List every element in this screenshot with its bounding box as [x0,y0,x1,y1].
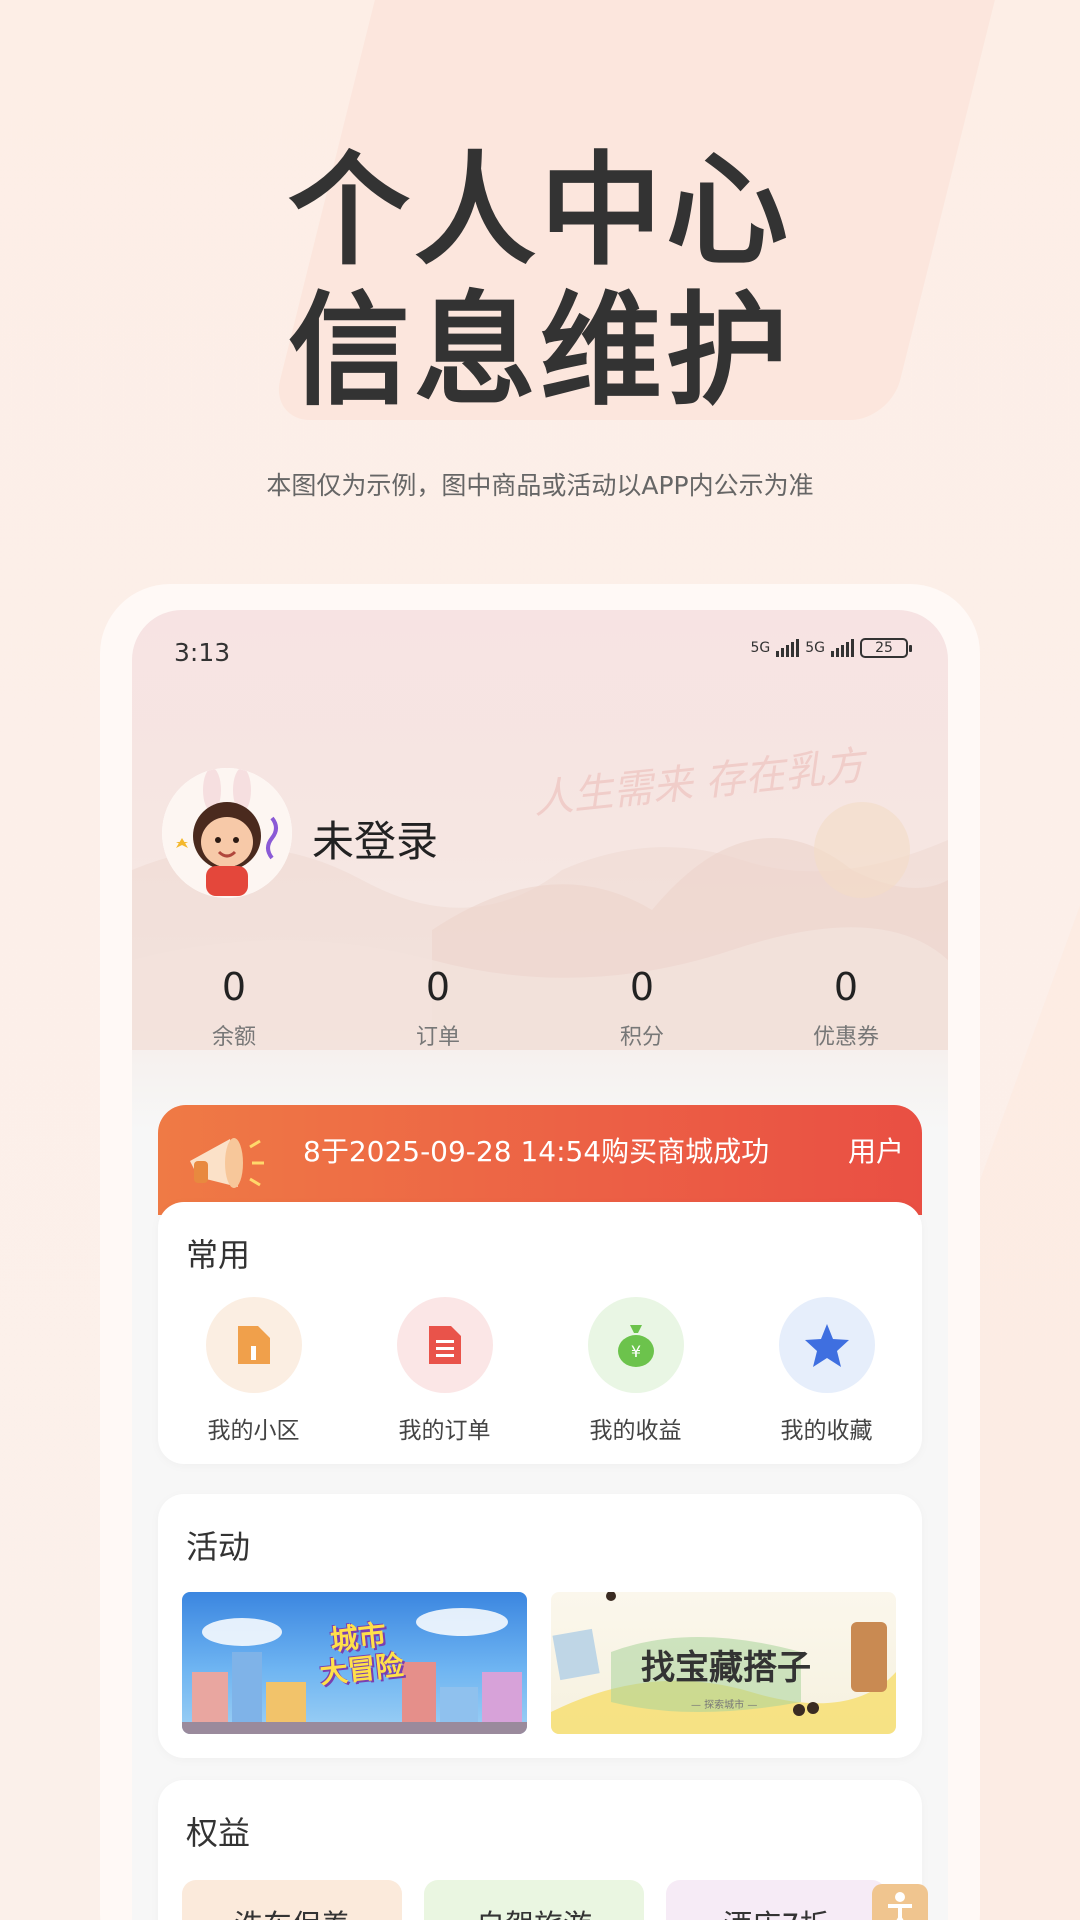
benefit-hotel-discount[interactable]: 酒店7折 [666,1880,886,1920]
shortcut-label: 我的订单 [398,1418,491,1444]
megaphone-icon [190,1138,264,1188]
benefits-card: 权益 洗车保养 自驾旅游 酒店7折 [158,1780,922,1920]
stat-orders[interactable]: 0 订单 [336,965,540,1051]
shortcut-my-favorites[interactable]: 我的收藏 [731,1297,922,1445]
status-icons: 5G 5G 25 [750,638,912,658]
purchase-notice-ticker[interactable]: 8于2025-09-28 14:54购买商城成功 用户 [158,1105,922,1215]
activity-card: 活动 城市 大冒险 找宝藏搭子 — 探索城市 — [158,1494,922,1758]
svg-text:¥: ¥ [630,1342,640,1361]
common-functions-card: 常用 我的小区 我的订单 ¥ 我的收益 我的收藏 [158,1202,922,1464]
user-name-login-prompt[interactable]: 未登录 [312,808,438,869]
section-title: 活动 [186,1528,251,1566]
ticker-text: 8于2025-09-28 14:54购买商城成功 [303,1135,770,1168]
stat-balance[interactable]: 0 余额 [132,965,336,1051]
avatar-girl-bunny-icon [162,768,292,898]
treasure-banner-subtitle: — 探索城市 — [691,1700,758,1711]
signal-5g-label-2: 5G [805,640,825,656]
shortcut-label: 我的收益 [589,1418,682,1444]
signal-icon [776,639,800,657]
stat-value: 0 [425,965,451,1009]
person-icon [888,1892,912,1920]
signal-5g-label: 5G [750,640,771,656]
stat-value: 0 [629,965,655,1009]
shortcut-my-orders[interactable]: 我的订单 [349,1297,540,1445]
stat-label: 订单 [415,1025,460,1050]
stat-label: 积分 [619,1025,664,1050]
benefits-row: 洗车保养 自驾旅游 酒店7折 [182,1880,886,1920]
section-title: 权益 [186,1814,251,1852]
hero-title-line1: 个人中心 [288,140,792,282]
city-banner-title: 城市 大冒险 [315,1618,405,1691]
section-title: 常用 [186,1236,251,1274]
signal-icon-2 [831,639,854,657]
stat-value: 0 [833,965,859,1009]
shortcut-my-earnings[interactable]: ¥ 我的收益 [540,1297,731,1445]
ticker-text-next: 用户 [848,1135,905,1168]
activity-banners: 城市 大冒险 找宝藏搭子 — 探索城市 — [182,1592,896,1734]
document-icon [396,1297,493,1393]
city-adventure-banner[interactable]: 城市 大冒险 [182,1592,527,1734]
benefit-road-trip[interactable]: 自驾旅游 [424,1880,644,1920]
stat-points[interactable]: 0 积分 [540,965,744,1051]
money-bag-icon: ¥ [587,1297,684,1393]
phone-screen: 3:13 5G 5G 25 人生需来 存在乳方 未登录 0 余额 0 订单 0 … [132,610,948,1920]
avatar[interactable] [162,768,292,898]
building-icon [205,1297,302,1393]
shortcut-label: 我的小区 [207,1418,300,1444]
shortcut-grid: 我的小区 我的订单 ¥ 我的收益 我的收藏 [158,1297,922,1445]
star-icon [778,1297,875,1393]
accessibility-floating-button[interactable] [872,1884,928,1920]
treasure-partner-banner[interactable]: 找宝藏搭子 — 探索城市 — [551,1592,896,1734]
account-stats: 0 余额 0 订单 0 积分 0 优惠券 [132,965,948,1051]
status-time: 3:13 [174,638,231,667]
stat-value: 0 [221,965,247,1009]
shortcut-my-community[interactable]: 我的小区 [158,1297,349,1445]
stat-coupons[interactable]: 0 优惠券 [744,965,948,1051]
treasure-banner-title: 找宝藏搭子 [641,1648,811,1688]
disclaimer-text: 本图仅为示例，图中商品或活动以APP内公示为准 [266,471,814,500]
shortcut-label: 我的收藏 [780,1418,873,1444]
hero-title-line2: 信息维护 [288,280,792,422]
stat-label: 优惠券 [812,1025,879,1050]
battery-icon: 25 [860,638,912,658]
benefit-car-wash[interactable]: 洗车保养 [182,1880,402,1920]
stat-label: 余额 [211,1025,256,1050]
